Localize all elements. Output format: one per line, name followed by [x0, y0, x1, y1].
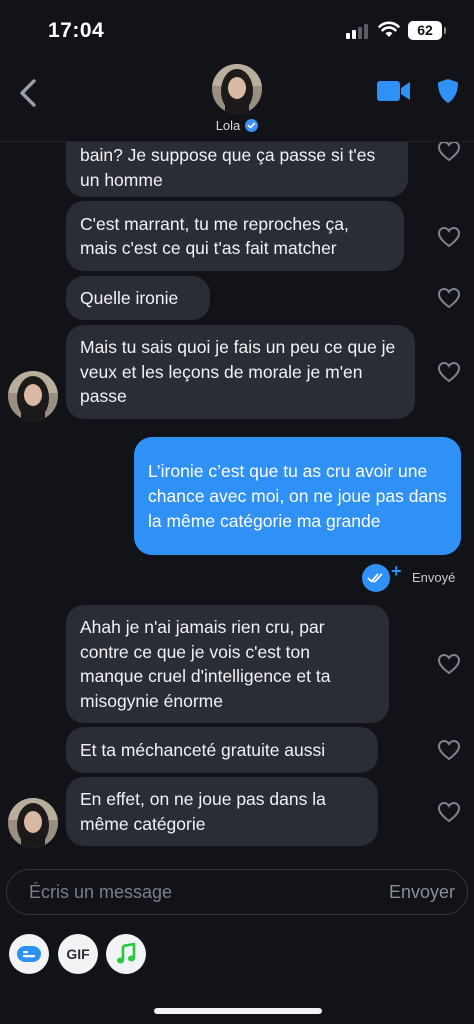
shield-icon[interactable] [436, 77, 460, 105]
message-input[interactable] [29, 870, 359, 914]
gif-label: GIF [66, 946, 90, 962]
delivery-status-label: Envoyé [412, 570, 456, 585]
signal-icon [346, 23, 372, 39]
heart-icon[interactable] [437, 361, 461, 383]
heart-icon[interactable] [437, 287, 461, 309]
message-bubble-incoming[interactable]: Et ta méchanceté gratuite aussi [66, 727, 378, 773]
music-note-icon [117, 943, 136, 964]
read-check-icon [362, 564, 390, 592]
contact-name[interactable]: Lola [216, 118, 241, 133]
video-call-icon[interactable] [376, 79, 412, 103]
wifi-icon [378, 21, 400, 37]
battery-icon: 62 [408, 21, 446, 40]
music-button[interactable] [106, 934, 146, 974]
status-time: 17:04 [48, 19, 105, 42]
plus-icon: + [391, 560, 402, 581]
verified-badge-icon [245, 119, 259, 132]
message-bubble-incoming[interactable]: Mais tu sais quoi je fais un peu ce que … [66, 325, 415, 419]
chat-header: Lola [0, 60, 474, 142]
status-bar: 17:04 62 [0, 0, 474, 60]
message-bubble-incoming[interactable]: Quelle ironie [66, 276, 210, 320]
heart-icon[interactable] [437, 801, 461, 823]
delivery-status: + [362, 560, 402, 592]
heart-icon[interactable] [437, 140, 461, 162]
message-bubble-incoming[interactable]: En effet, on ne joue pas dans la même ca… [66, 777, 378, 846]
heart-icon[interactable] [437, 739, 461, 761]
back-chevron-icon[interactable] [14, 76, 44, 110]
gif-button[interactable]: GIF [58, 934, 98, 974]
send-button[interactable]: Envoyer [389, 870, 455, 914]
avatar[interactable] [8, 371, 58, 421]
home-indicator [154, 1008, 322, 1014]
message-bubble-outgoing[interactable]: L’ironie c’est que tu as cru avoir une c… [134, 437, 461, 555]
sticker-icon [17, 946, 41, 962]
avatar[interactable] [8, 798, 58, 848]
avatar[interactable] [212, 64, 262, 114]
heart-icon[interactable] [437, 226, 461, 248]
message-bubble-incoming[interactable]: C'est marrant, tu me reproches ça, mais … [66, 201, 404, 271]
message-composer: Envoyer [6, 869, 468, 915]
sticker-button[interactable] [9, 934, 49, 974]
message-bubble-incoming[interactable]: Ahah je n'ai jamais rien cru, par contre… [66, 605, 389, 723]
heart-icon[interactable] [437, 653, 461, 675]
